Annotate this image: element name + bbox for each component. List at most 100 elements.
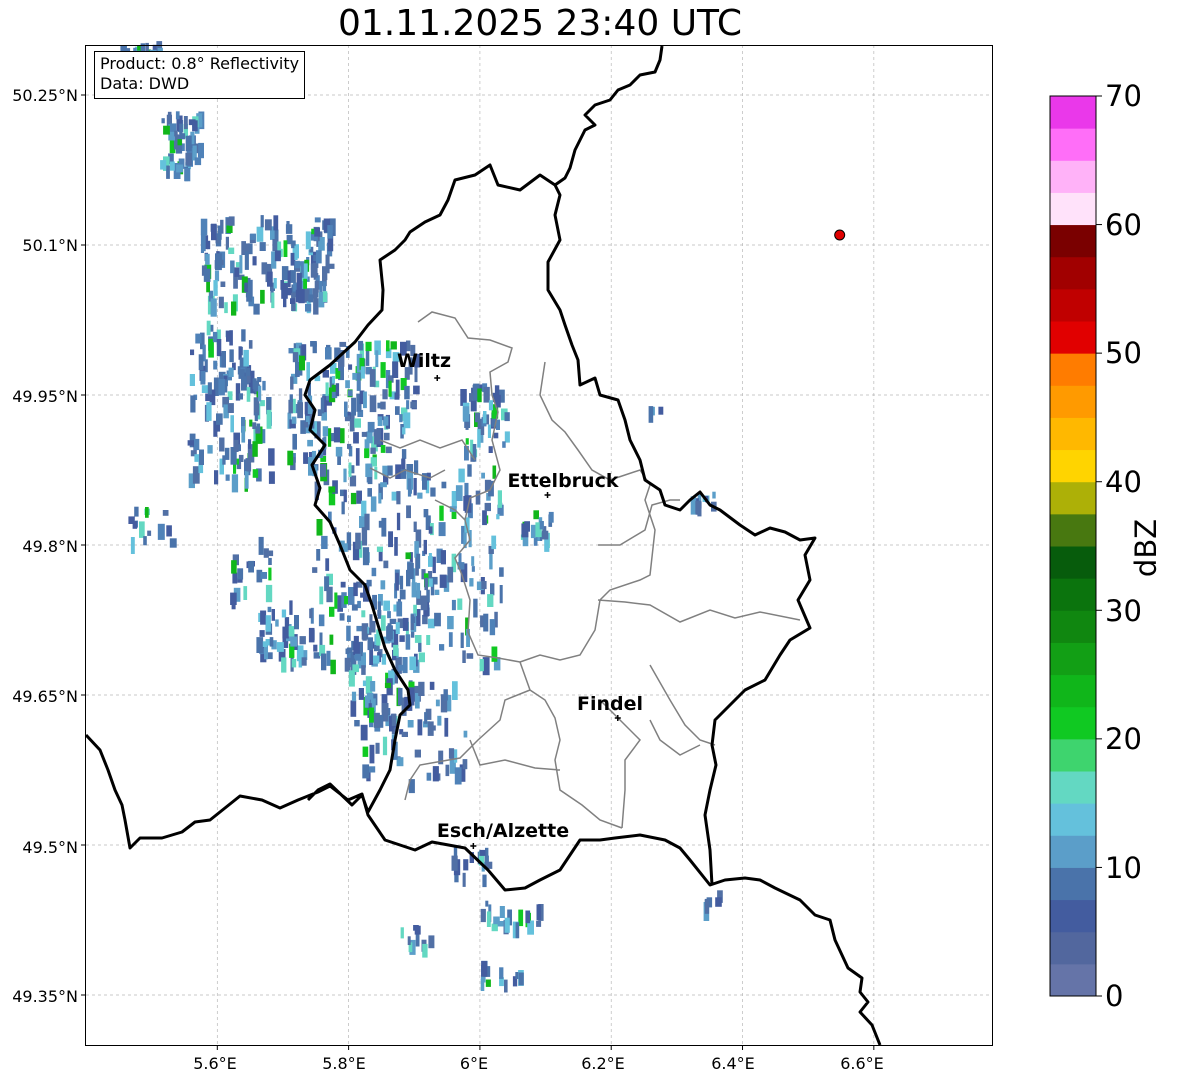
echo-cell <box>287 270 291 288</box>
echo-cell <box>337 456 341 465</box>
echo-cell <box>176 164 184 173</box>
echo-cell <box>370 681 376 692</box>
echo-cell <box>170 161 175 171</box>
echo-cell <box>491 923 498 932</box>
echo-cell <box>256 637 264 653</box>
lat-label: 49.5°N <box>22 838 78 857</box>
echo-cell <box>296 272 302 292</box>
echo-cell <box>377 601 381 619</box>
colorbar-segment <box>1050 642 1096 676</box>
colorbar-segment <box>1050 771 1096 804</box>
echo-cell <box>370 496 377 512</box>
colorbar-segment <box>1050 256 1096 290</box>
echo-cell <box>185 135 192 152</box>
echo-cell <box>504 917 510 933</box>
echo-cell <box>325 254 330 274</box>
echo-cell <box>462 406 470 422</box>
echo-cell <box>266 409 272 429</box>
echo-cell <box>181 133 186 140</box>
echo-cell <box>227 403 234 413</box>
echo-cell <box>374 645 380 652</box>
echo-cell <box>329 634 334 645</box>
echo-cell <box>426 772 432 781</box>
echo-cell <box>393 644 399 656</box>
echo-cell <box>267 652 273 660</box>
echo-cell <box>294 260 300 269</box>
echo-cell <box>420 595 428 611</box>
echo-cell <box>268 550 274 557</box>
echo-cell <box>286 221 290 229</box>
echo-cell <box>354 418 361 428</box>
echo-cell <box>364 513 370 531</box>
colorbar-segment <box>1050 385 1096 418</box>
echo-cell <box>233 439 239 452</box>
echo-cell <box>132 521 138 529</box>
echo-cell <box>400 927 404 939</box>
echo-cell <box>327 225 333 239</box>
echo-cell <box>351 604 358 611</box>
echo-cell <box>423 539 427 555</box>
echo-cell <box>244 471 249 489</box>
echo-cell <box>485 900 489 907</box>
echo-cell <box>312 262 319 268</box>
echo-cell <box>195 333 202 344</box>
echo-cell <box>380 482 387 488</box>
echo-cell <box>192 120 198 132</box>
echo-cell <box>201 385 209 393</box>
echo-cell <box>471 566 475 572</box>
colorbar-tick: 40 <box>1105 465 1142 499</box>
echo-cell <box>440 550 446 565</box>
echo-cell <box>480 978 485 991</box>
echo-cell <box>244 251 249 270</box>
echo-cell <box>339 428 345 444</box>
echo-cell <box>262 380 266 391</box>
echo-cell <box>445 764 450 777</box>
echo-cell <box>394 537 398 556</box>
echo-cell <box>299 636 306 645</box>
echo-cell <box>479 659 484 672</box>
echo-cell <box>248 340 253 349</box>
colorbar-segment <box>1050 578 1096 611</box>
echo-cell <box>325 382 329 396</box>
echo-cell <box>515 922 520 939</box>
colorbar-tick: 60 <box>1105 208 1142 242</box>
echo-cell <box>238 393 243 400</box>
echo-cell <box>504 431 510 443</box>
echo-cell <box>414 749 421 758</box>
echo-cell <box>388 531 393 548</box>
echo-cell <box>325 558 330 571</box>
echo-cell <box>465 422 469 430</box>
echo-cell <box>348 462 352 477</box>
echo-cell <box>325 347 332 360</box>
echo-cell <box>460 632 464 648</box>
echo-cell <box>439 574 447 588</box>
echo-cell <box>320 397 325 414</box>
echo-cell <box>307 439 313 447</box>
echo-cell <box>264 219 272 231</box>
echo-cell <box>169 538 177 548</box>
echo-cell <box>463 859 469 871</box>
echo-cell <box>315 280 319 293</box>
echo-cell <box>252 422 257 429</box>
echo-cell <box>539 521 544 530</box>
echo-cell <box>402 657 408 674</box>
echo-cell <box>241 329 246 342</box>
echo-cell <box>443 689 448 701</box>
echo-cell <box>489 619 496 636</box>
echo-cell <box>504 979 508 993</box>
echo-cell <box>351 691 357 702</box>
echo-cell <box>214 470 219 485</box>
echo-cell <box>451 599 456 611</box>
echo-cell <box>483 386 490 403</box>
echo-cell <box>221 351 226 368</box>
echo-cell <box>447 566 454 583</box>
echo-cell <box>395 622 400 634</box>
echo-cell <box>418 681 425 696</box>
echo-cell <box>362 680 367 687</box>
echo-cell <box>380 615 386 631</box>
data-source-text: Data: DWD <box>100 74 190 93</box>
echo-cell <box>347 443 352 449</box>
echo-cell <box>383 560 389 569</box>
echo-cell <box>214 270 220 282</box>
echo-cell <box>207 445 213 454</box>
